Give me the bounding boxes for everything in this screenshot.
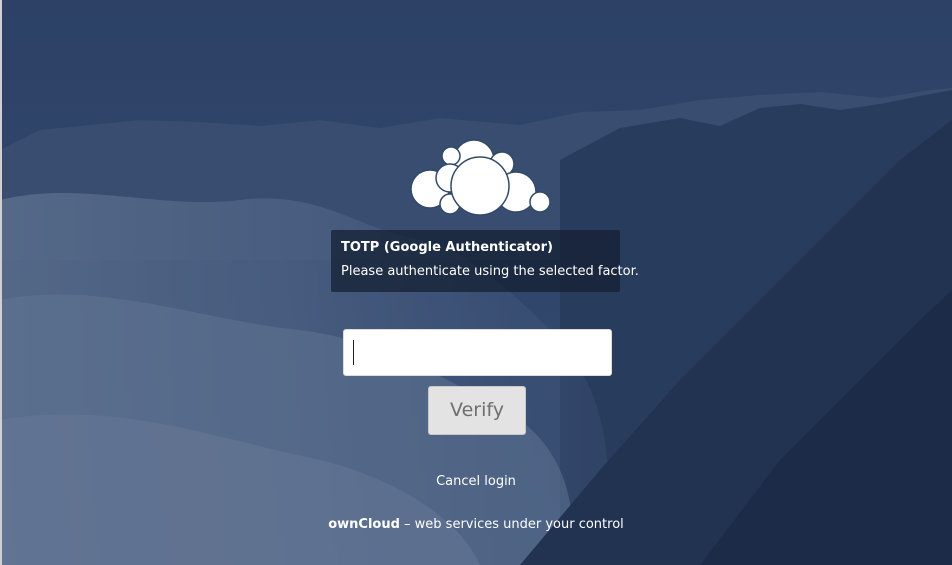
footer-brand[interactable]: ownCloud xyxy=(328,517,400,532)
owncloud-logo-icon xyxy=(410,139,551,216)
factor-title: TOTP (Google Authenticator) xyxy=(341,240,553,255)
window-left-border xyxy=(0,0,2,565)
factor-description: Please authenticate using the selected f… xyxy=(341,264,639,279)
footer: ownCloud – web services under your contr… xyxy=(0,517,952,533)
footer-tagline: – web services under your control xyxy=(399,517,624,532)
cancel-login-link[interactable]: Cancel login xyxy=(436,474,516,489)
text-caret xyxy=(353,340,354,365)
cancel-login-row: Cancel login xyxy=(0,474,952,490)
authentication-factor-panel: TOTP (Google Authenticator) Please authe… xyxy=(331,230,639,292)
totp-code-input[interactable] xyxy=(343,329,612,376)
verify-button[interactable]: Verify xyxy=(428,386,526,435)
